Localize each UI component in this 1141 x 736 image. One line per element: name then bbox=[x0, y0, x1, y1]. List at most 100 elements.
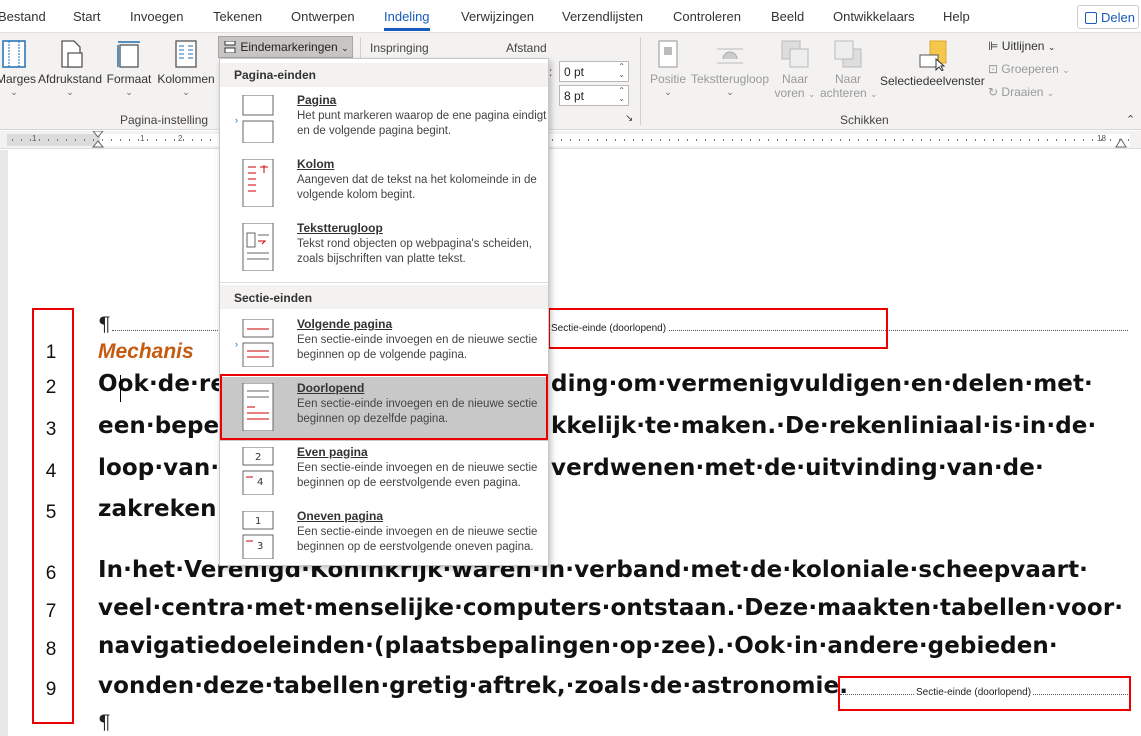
ruler-tick bbox=[93, 139, 94, 141]
ruler-tick bbox=[939, 139, 940, 141]
collapse-ribbon-icon[interactable]: ⌃ bbox=[1126, 113, 1135, 126]
doc-line-9: vonden·deze·tabellen·gretig·aftrek,·zoal… bbox=[98, 673, 849, 699]
ruler-tick bbox=[903, 139, 904, 141]
tab-ontwerpen[interactable]: Ontwerpen bbox=[291, 9, 355, 24]
share-button[interactable]: Delen bbox=[1077, 5, 1139, 29]
bring-forward-icon bbox=[781, 40, 809, 68]
annotation-box-section-break-2 bbox=[838, 676, 1131, 711]
tab-verwijzingen[interactable]: Verwijzingen bbox=[461, 9, 534, 24]
section-breaks-header: Sectie-einden bbox=[234, 291, 313, 305]
tab-ontwikkelaars[interactable]: Ontwikkelaars bbox=[833, 9, 915, 24]
ruler-tick bbox=[588, 139, 589, 141]
ruler-tick bbox=[1029, 139, 1030, 141]
ruler-tick bbox=[921, 139, 922, 141]
rotate-button[interactable]: ↻ Draaien ⌄ bbox=[988, 85, 1054, 99]
align-button[interactable]: ⊫ Uitlijnen ⌄ bbox=[988, 39, 1055, 53]
menu-item-column-break[interactable]: Kolom Aangeven dat de tekst na het kolom… bbox=[220, 153, 548, 217]
spacing-after-input[interactable]: 8 pt ⌃ ⌄ bbox=[559, 85, 629, 106]
tab-controleren[interactable]: Controleren bbox=[673, 9, 741, 24]
ruler-tick bbox=[201, 139, 202, 141]
orientation-icon bbox=[61, 40, 83, 68]
share-icon bbox=[1085, 12, 1097, 24]
ruler-tick bbox=[948, 139, 949, 141]
size-button[interactable]: Formaat ⌄ bbox=[106, 39, 152, 98]
ruler-tick bbox=[210, 139, 211, 141]
ruler-tick bbox=[660, 139, 661, 141]
menu-item-even-page[interactable]: 24 Even pagina Een sectie-einde invoegen… bbox=[220, 441, 548, 505]
group-icon: ⊡ bbox=[988, 62, 999, 76]
ruler-tick bbox=[12, 139, 13, 141]
ruler-tick bbox=[138, 139, 139, 141]
ruler-tick bbox=[552, 139, 553, 141]
ruler-tick bbox=[930, 139, 931, 141]
wrap-text-button[interactable]: Tekstterugloop ⌄ bbox=[690, 39, 770, 98]
svg-text:4: 4 bbox=[257, 477, 263, 488]
ruler-tick bbox=[129, 139, 130, 141]
horizontal-ruler[interactable]: 1 1 2 18 bbox=[0, 131, 1141, 149]
group-button[interactable]: ⊡ Groeperen ⌄ bbox=[988, 62, 1070, 76]
breaks-button[interactable]: Eindemarkeringen ⌄ bbox=[218, 36, 353, 58]
send-backward-icon bbox=[834, 40, 862, 68]
ruler-tick bbox=[759, 139, 760, 141]
spacing-before-input[interactable]: 0 pt ⌃ ⌄ bbox=[559, 61, 629, 82]
menu-item-next-page[interactable]: › Volgende pagina Een sectie-einde invoe… bbox=[220, 313, 548, 377]
doc-line-5-left: zakreken bbox=[98, 496, 217, 522]
selection-pane-icon bbox=[919, 40, 947, 71]
selection-pane-button[interactable]: Selectiedeelvenster bbox=[880, 39, 985, 88]
tab-tekenen[interactable]: Tekenen bbox=[213, 9, 262, 24]
margins-button[interactable]: Marges ⌄ bbox=[0, 39, 36, 98]
ruler-tick bbox=[723, 139, 724, 141]
tab-invoegen[interactable]: Invoegen bbox=[130, 9, 184, 24]
tab-help[interactable]: Help bbox=[943, 9, 970, 24]
ruler-tick bbox=[102, 139, 103, 141]
tab-beeld[interactable]: Beeld bbox=[771, 9, 804, 24]
ruler-tick bbox=[858, 139, 859, 141]
ruler-tick bbox=[30, 139, 31, 141]
send-backward-button[interactable]: Naar achteren ⌄ bbox=[820, 39, 878, 100]
columns-icon bbox=[175, 40, 197, 68]
right-indent-marker-icon[interactable] bbox=[1115, 137, 1127, 149]
ruler-tick bbox=[21, 139, 22, 141]
annotation-box-line-numbers bbox=[32, 308, 74, 724]
ruler-tick bbox=[156, 139, 157, 141]
ruler-tick bbox=[840, 139, 841, 141]
position-button[interactable]: Positie ⌄ bbox=[648, 39, 688, 98]
ruler-tick bbox=[786, 139, 787, 141]
ribbon-tabs: Bestand Start Invoegen Tekenen Ontwerpen… bbox=[0, 0, 1141, 33]
ruler-tick bbox=[696, 139, 697, 141]
bring-forward-button[interactable]: Naar voren ⌄ bbox=[772, 39, 818, 100]
ruler-tick bbox=[570, 139, 571, 141]
doc-line-3-left: een·bepe bbox=[98, 413, 220, 439]
arrange-group-label: Schikken bbox=[840, 113, 889, 127]
paragraph-dialog-launcher[interactable]: ↘ bbox=[625, 113, 633, 124]
ruler-tick bbox=[192, 139, 193, 141]
columns-button[interactable]: Kolommen ⌄ bbox=[156, 39, 216, 98]
ruler-tick bbox=[1128, 139, 1129, 141]
menu-item-odd-page[interactable]: 13 Oneven pagina Een sectie-einde invoeg… bbox=[220, 505, 548, 569]
orientation-button[interactable]: Afdrukstand ⌄ bbox=[37, 39, 103, 98]
ribbon: Marges ⌄ Afdrukstand ⌄ Formaat ⌄ Kolommen ⌄ … bbox=[0, 33, 1141, 130]
tab-start[interactable]: Start bbox=[73, 9, 100, 24]
doc-line-2-right: ding·om·vermenigvuldigen·en·delen·met· bbox=[551, 371, 1093, 397]
ruler-tick bbox=[975, 139, 976, 141]
position-icon bbox=[658, 40, 678, 68]
ruler-tick bbox=[1083, 139, 1084, 141]
tab-verzendlijsten[interactable]: Verzendlijsten bbox=[562, 9, 643, 24]
tab-bestand[interactable]: Bestand bbox=[0, 9, 46, 24]
paragraph-mark: ¶ bbox=[98, 312, 111, 336]
wrap-text-icon bbox=[717, 48, 743, 64]
tab-indeling[interactable]: Indeling bbox=[384, 9, 430, 31]
ruler-tick bbox=[912, 139, 913, 141]
ruler-tick bbox=[1056, 139, 1057, 141]
ruler-tick bbox=[741, 139, 742, 141]
menu-item-page-break[interactable]: › Pagina Het punt markeren waarop de ene… bbox=[220, 89, 548, 153]
doc-line-7: veel·centra·met·menselijke·computers·ont… bbox=[98, 595, 1124, 621]
ruler-tick bbox=[1119, 139, 1120, 141]
ruler-tick bbox=[1002, 139, 1003, 141]
ruler-tick bbox=[84, 139, 85, 141]
ruler-tick bbox=[777, 139, 778, 141]
ruler-tick bbox=[876, 139, 877, 141]
doc-line-4-left: loop·van· bbox=[98, 455, 220, 481]
menu-item-text-wrapping-break[interactable]: Tekstterugloop Tekst rond objecten op we… bbox=[220, 217, 548, 281]
ruler-tick bbox=[813, 139, 814, 141]
